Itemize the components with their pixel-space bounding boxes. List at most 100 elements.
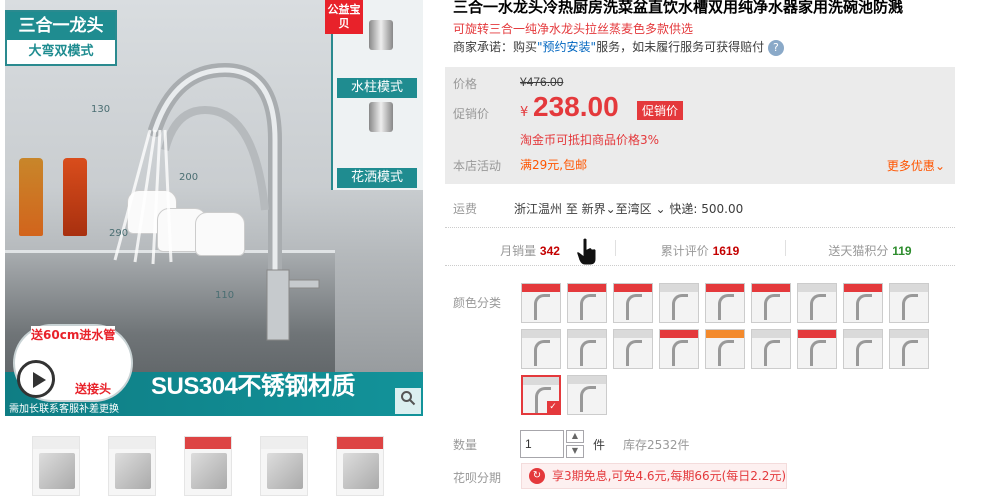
shop-activity-label: 本店活动 — [453, 159, 502, 173]
taojinbi-note: 淘金币可抵扣商品价格3% — [520, 133, 660, 147]
swatch-banner — [523, 377, 559, 385]
shop-activity-value[interactable]: 满29元,包邮 — [520, 156, 587, 173]
swatch-banner — [706, 284, 744, 292]
help-icon[interactable]: ? — [767, 39, 784, 56]
color-swatch[interactable] — [521, 283, 561, 323]
dimension-200: 200 — [179, 172, 199, 183]
thumbnail-4[interactable] — [260, 436, 308, 496]
color-swatch[interactable] — [613, 283, 653, 323]
thumbnail-5[interactable] — [336, 436, 384, 496]
faucet-icon — [626, 340, 642, 366]
faucet-icon — [856, 340, 872, 366]
swatch-banner — [890, 284, 928, 292]
points-label: 送天猫积分 — [828, 244, 889, 258]
main-product-image[interactable]: 130 200 290 110 三合一龙头 大弯双模式 公益宝贝 水柱模式 花洒… — [5, 0, 423, 416]
faucet-illustration — [113, 62, 320, 341]
hose-note: 需加长联系客服补差更换 — [9, 404, 119, 415]
currency-symbol: ¥ — [520, 105, 529, 120]
color-swatch[interactable] — [659, 329, 699, 369]
quantity-unit: 件 — [593, 438, 606, 452]
color-swatch[interactable] — [567, 375, 607, 415]
color-swatch[interactable] — [889, 283, 929, 323]
faucet-icon — [580, 386, 596, 412]
faucet-icon — [672, 294, 688, 320]
color-swatch[interactable] — [843, 329, 883, 369]
mode-stream-label: 水柱模式 — [337, 78, 417, 98]
promo-tag: 促销价 — [637, 101, 684, 120]
color-swatch[interactable] — [567, 283, 607, 323]
faucet-icon — [902, 294, 918, 320]
promise-suffix: 服务，如未履行服务可获得赔付 — [596, 40, 765, 54]
promise-prefix: 商家承诺：购买 — [453, 40, 538, 54]
color-swatch[interactable] — [613, 329, 653, 369]
stock-count: 库存2532件 — [623, 438, 690, 452]
faucet-icon — [902, 340, 918, 366]
faucet-icon — [534, 294, 550, 320]
promo-price: 238.00 — [533, 91, 619, 122]
install-service-link[interactable]: "预约安装" — [537, 40, 596, 54]
swatch-banner — [752, 284, 790, 292]
merchant-promise: 商家承诺：购买"预约安装"服务，如未履行服务可获得赔付 ? — [453, 38, 784, 56]
faucet-icon — [626, 294, 642, 320]
faucet-icon — [534, 340, 550, 366]
swatch-banner — [890, 330, 928, 338]
swatch-banner — [522, 330, 560, 338]
faucet-icon — [580, 340, 596, 366]
quantity-input[interactable]: 1 — [520, 430, 564, 458]
color-swatch[interactable] — [797, 283, 837, 323]
faucet-icon — [764, 294, 780, 320]
chevron-down-icon: ⌄ — [934, 159, 945, 173]
monthly-sales-label: 月销量 — [500, 244, 537, 258]
swatch-banner — [798, 284, 836, 292]
color-swatch[interactable] — [659, 283, 699, 323]
product-info: 三合一水龙头冷热厨房洗菜盆直饮水槽双用纯净水器家用洗碗池防溅 可旋转三合一纯净水… — [445, 0, 1005, 498]
color-swatch[interactable] — [797, 329, 837, 369]
color-options-label: 颜色分类 — [453, 296, 502, 310]
price-box: 价格 ¥476.00 促销价 ¥ 238.00 促销价 淘金币可抵扣商品价格3%… — [445, 67, 955, 266]
charity-badge: 公益宝贝 — [325, 0, 363, 34]
color-swatch[interactable] — [567, 329, 607, 369]
thumbnail-1[interactable] — [32, 436, 80, 496]
color-swatch[interactable] — [521, 375, 561, 415]
quantity-increase-button[interactable]: ▲ — [566, 430, 584, 443]
play-icon[interactable] — [17, 360, 55, 398]
color-swatch[interactable] — [705, 329, 745, 369]
original-price-label: 价格 — [453, 77, 478, 91]
thumbnail-3[interactable] — [184, 436, 232, 496]
faucet-icon — [672, 340, 688, 366]
dimension-110: 110 — [215, 290, 235, 301]
color-swatch[interactable] — [751, 283, 791, 323]
quantity-decrease-button[interactable]: ▼ — [566, 445, 584, 458]
more-discounts-link[interactable]: 更多优惠⌄ — [887, 157, 945, 174]
cumulative-reviews[interactable]: 累计评价 1619 — [615, 242, 785, 259]
monthly-sales-value: 342 — [539, 244, 560, 258]
installment-icon: ↻ — [529, 468, 545, 484]
faucet-icon — [810, 294, 826, 320]
color-swatch[interactable] — [521, 329, 561, 369]
faucet-icon — [580, 294, 596, 320]
color-swatch[interactable] — [705, 283, 745, 323]
hose-pipe-label: 送60cm进水管 — [31, 326, 116, 343]
swatch-banner — [568, 330, 606, 338]
material-headline: SUS304不锈钢材质 — [151, 373, 355, 400]
thumbnail-2[interactable] — [108, 436, 156, 496]
dimension-290: 290 — [109, 228, 129, 239]
color-swatch[interactable] — [751, 329, 791, 369]
installment-option[interactable]: 享3期免息,可免4.6元,每期66元(每日2.2元) — [521, 463, 787, 489]
product-title: 三合一水龙头冷热厨房洗菜盆直饮水槽双用纯净水器家用洗碗池防溅 — [453, 0, 904, 16]
shipping-value[interactable]: 浙江温州 至 新界⌄至湾区 ⌄ 快递: 500.00 — [514, 200, 743, 217]
hose-connector-label: 送接头 — [75, 382, 112, 396]
color-swatch[interactable] — [889, 329, 929, 369]
shipping-label: 运费 — [453, 202, 478, 216]
swatch-banner — [660, 284, 698, 292]
color-swatch[interactable] — [843, 283, 883, 323]
faucet-icon — [718, 294, 734, 320]
promo-price-label: 促销价 — [453, 107, 490, 121]
nozzle-stream-icon — [369, 20, 393, 50]
faucet-icon — [718, 340, 734, 366]
swatch-banner — [568, 376, 606, 384]
points-value: 119 — [892, 244, 912, 258]
magnifier-icon[interactable] — [395, 388, 421, 414]
swatch-banner — [614, 284, 652, 292]
swatch-banner — [844, 284, 882, 292]
